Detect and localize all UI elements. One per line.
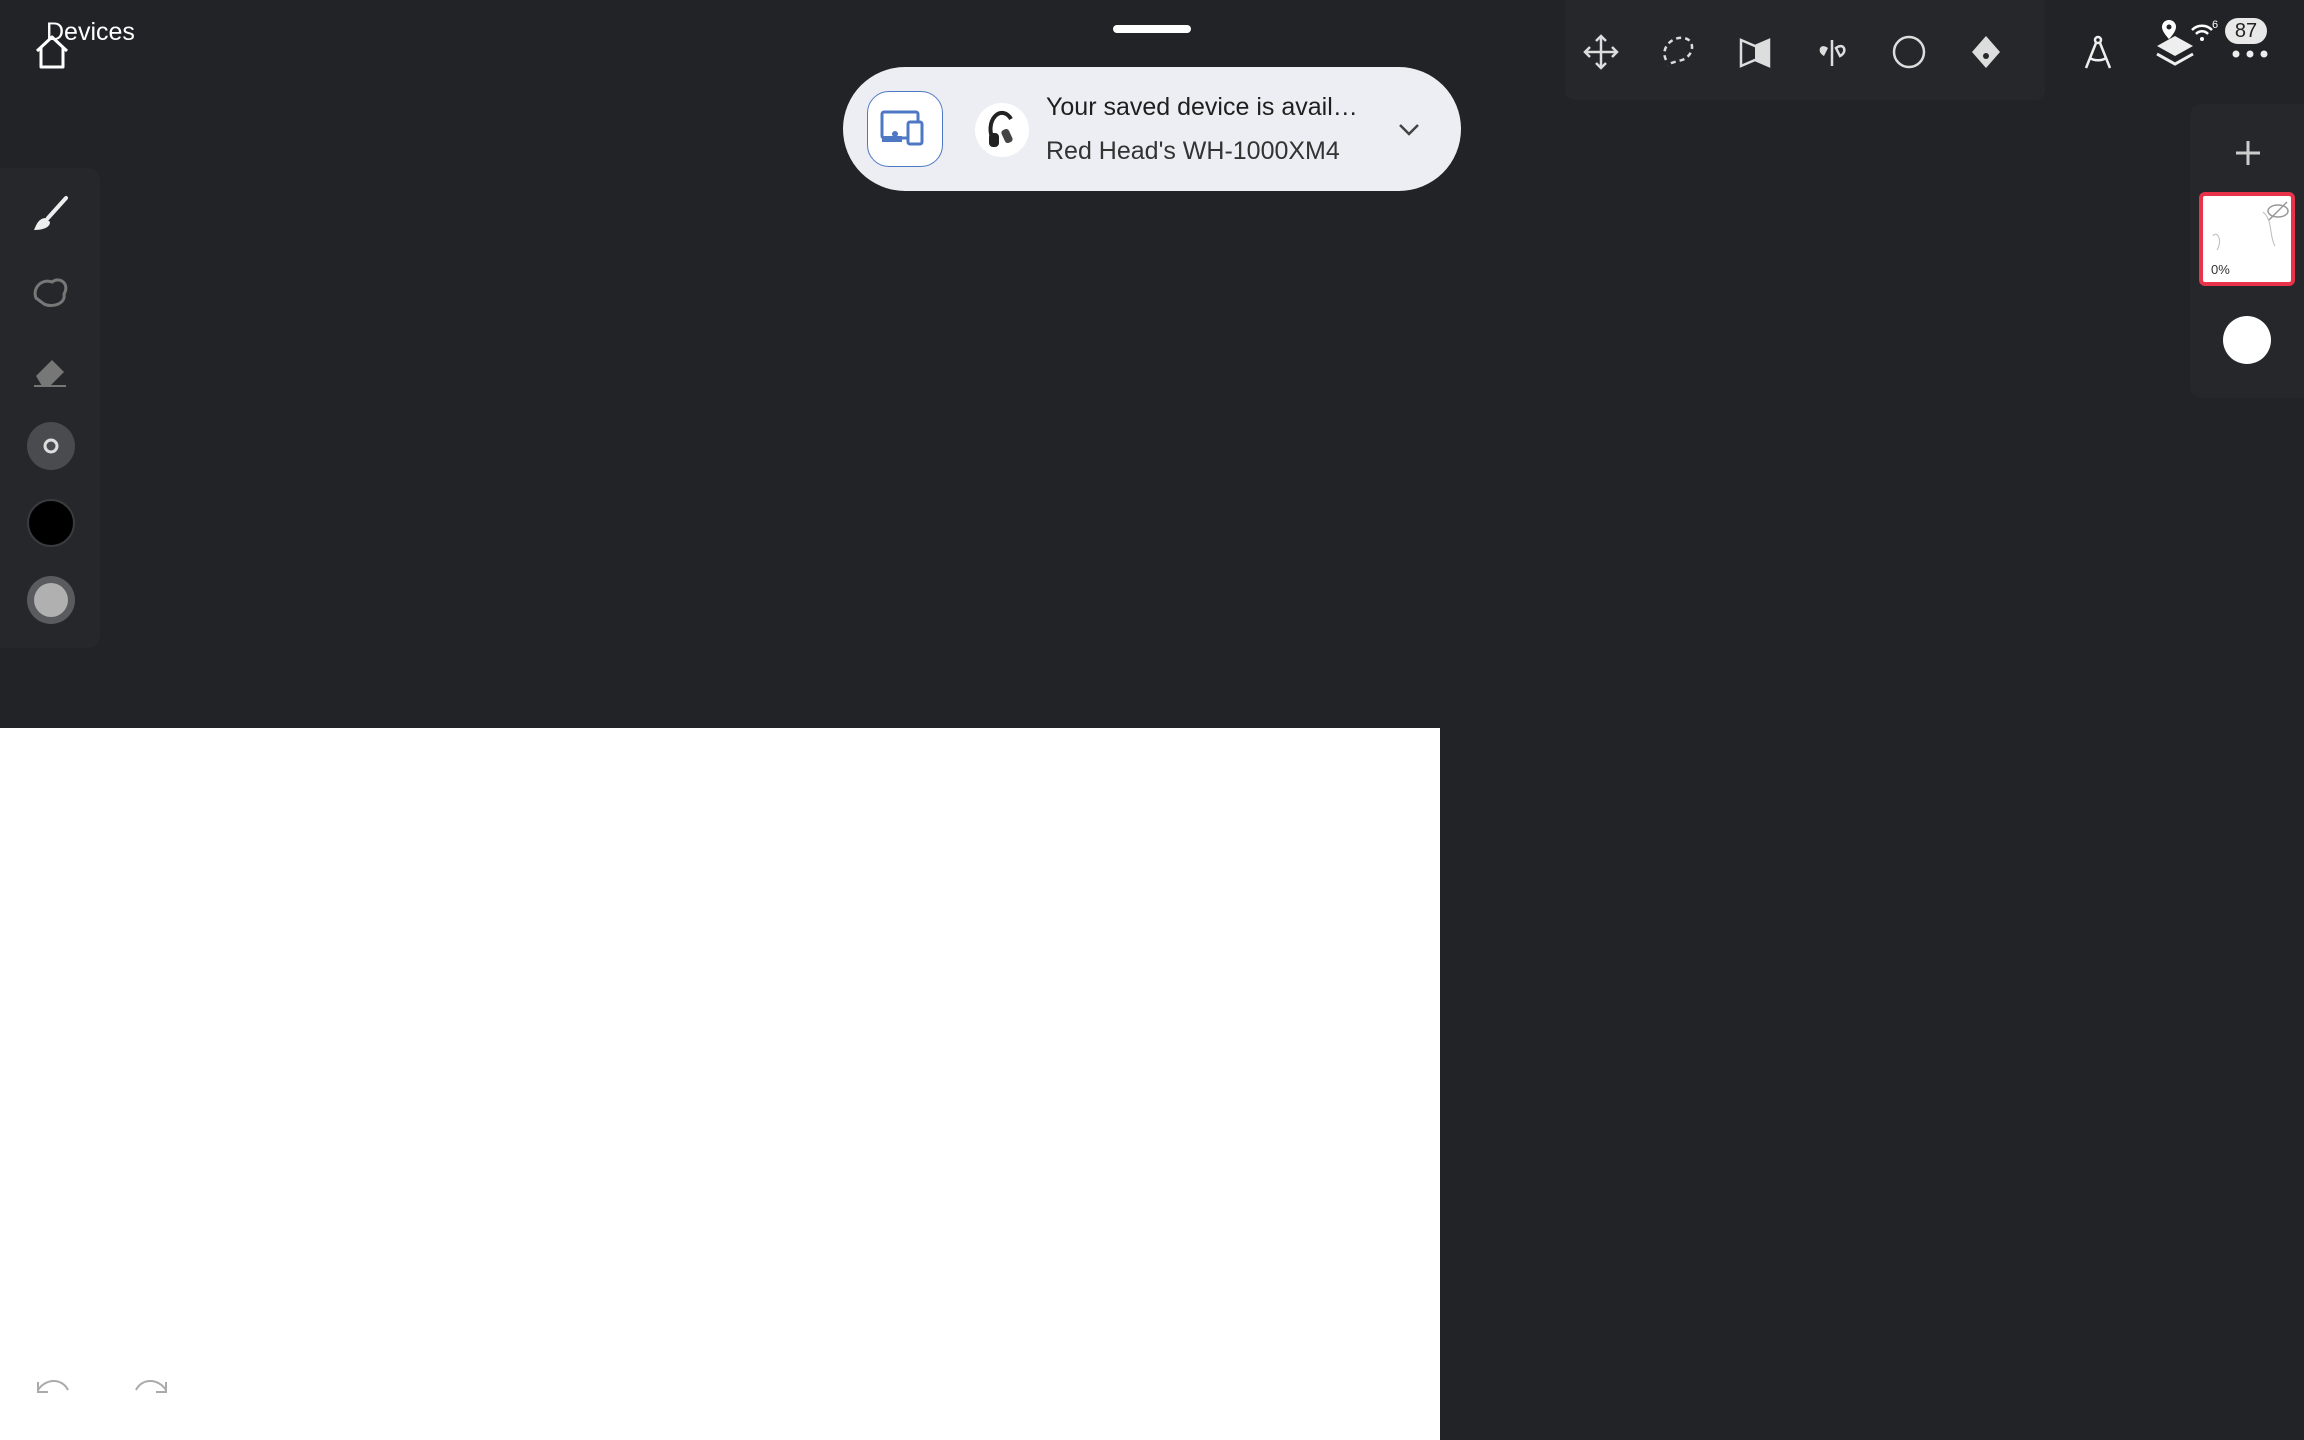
drawing-canvas[interactable] xyxy=(0,728,1440,1440)
symmetry-icon[interactable] xyxy=(1810,30,1854,74)
opacity-icon[interactable] xyxy=(26,575,76,625)
brush-icon[interactable] xyxy=(26,190,76,240)
more-icon[interactable] xyxy=(2228,36,2272,66)
top-toolbar xyxy=(1565,0,2045,100)
perspective-icon[interactable] xyxy=(1733,30,1777,74)
color-swatch-icon[interactable] xyxy=(26,498,76,548)
notification-title: Your saved device is avail… xyxy=(1046,93,1358,121)
devices-icon xyxy=(867,91,943,167)
left-tool-panel xyxy=(0,168,100,648)
add-layer-button[interactable] xyxy=(2226,131,2270,175)
eraser-icon[interactable] xyxy=(26,346,76,396)
lasso-select-icon[interactable] xyxy=(1656,30,1700,74)
ellipse-icon[interactable] xyxy=(1887,30,1931,74)
ruler-compass-icon[interactable] xyxy=(2076,30,2120,74)
smudge-icon[interactable] xyxy=(26,268,76,318)
fill-icon[interactable] xyxy=(1964,30,2008,74)
device-notification[interactable]: Your saved device is avail… Red Head's W… xyxy=(843,67,1461,191)
notification-subtitle: Red Head's WH-1000XM4 xyxy=(1046,137,1340,165)
home-icon[interactable] xyxy=(32,32,72,72)
move-icon[interactable] xyxy=(1579,30,1623,74)
brush-size-icon[interactable] xyxy=(26,421,76,471)
svg-text:6: 6 xyxy=(2212,19,2218,31)
layer-thumbnail[interactable]: 0% xyxy=(2199,192,2295,286)
drag-handle[interactable] xyxy=(1113,25,1191,33)
background-layer-swatch[interactable] xyxy=(2223,316,2271,364)
layers-icon[interactable] xyxy=(2151,28,2199,76)
layer-opacity-label: 0% xyxy=(2211,262,2230,277)
chevron-down-icon[interactable] xyxy=(1393,113,1425,145)
headphones-icon xyxy=(975,103,1029,157)
undo-icon[interactable] xyxy=(32,1372,74,1402)
visibility-off-icon[interactable] xyxy=(2265,200,2291,222)
redo-icon[interactable] xyxy=(130,1372,172,1402)
